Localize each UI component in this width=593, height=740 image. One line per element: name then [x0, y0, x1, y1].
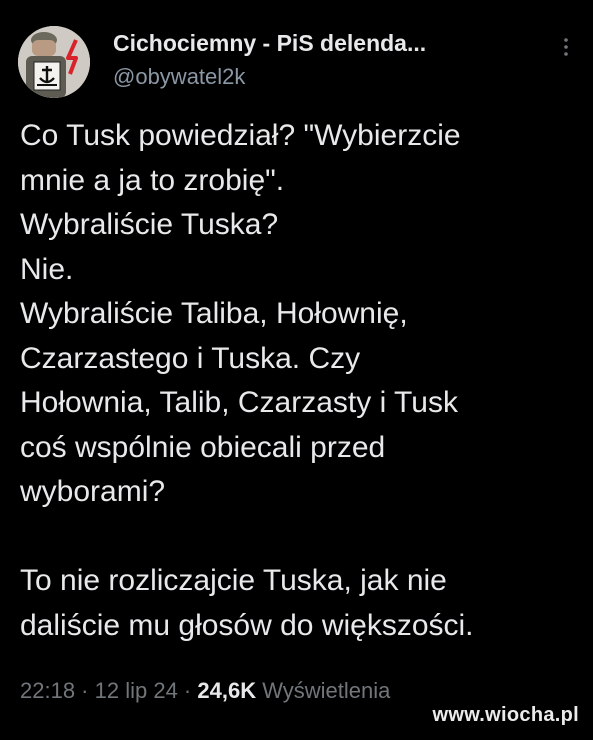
views-count[interactable]: 24,6K: [197, 678, 256, 703]
site-watermark: www.wiocha.pl: [432, 704, 579, 726]
tweet-meta: 22:18 · 12 lip 24 · 24,6K Wyświetlenia: [20, 678, 390, 704]
tweet-card: Cichociemny - PiS delenda... @obywatel2k…: [0, 0, 593, 740]
author-display-name[interactable]: Cichociemny - PiS delenda...: [113, 30, 426, 57]
more-options-icon[interactable]: [556, 34, 576, 62]
meta-separator: ·: [177, 678, 198, 703]
views-label[interactable]: Wyświetlenia: [256, 678, 390, 703]
meta-separator: ·: [75, 678, 95, 703]
author-avatar[interactable]: [18, 26, 90, 98]
person-with-anchor-emblem-icon: [18, 26, 90, 98]
tweet-date[interactable]: 12 lip 24: [95, 678, 178, 703]
tweet-text: Co Tusk powiedział? "Wybierzcie mnie a j…: [20, 119, 474, 642]
author-handle[interactable]: @obywatel2k: [113, 64, 245, 90]
tweet-time[interactable]: 22:18: [20, 678, 75, 703]
